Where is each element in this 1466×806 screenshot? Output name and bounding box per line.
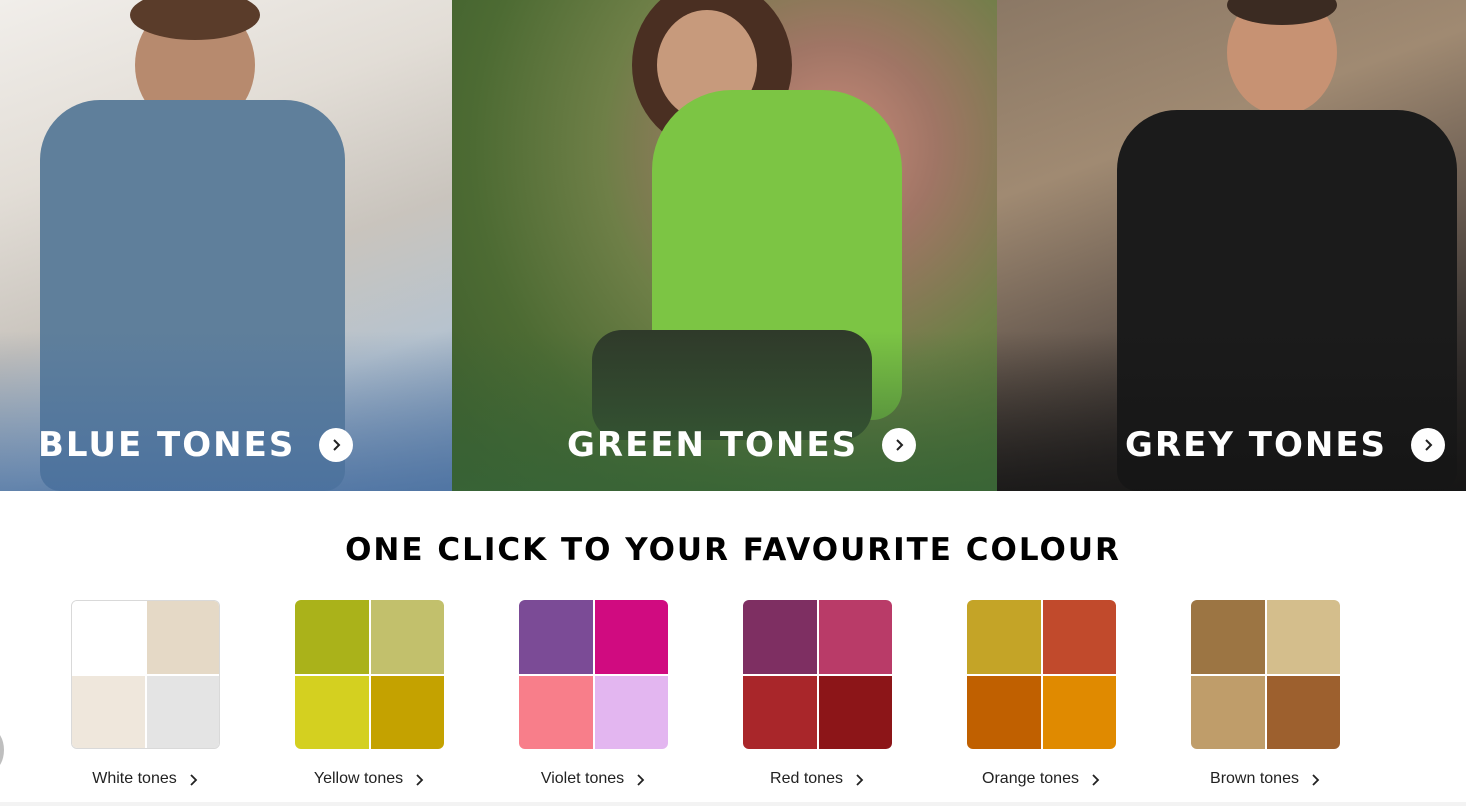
- swatch-cell: [295, 675, 369, 749]
- swatch-link[interactable]: Violet tones: [479, 770, 708, 788]
- swatch-cell: [370, 600, 444, 674]
- swatch-brown-tones[interactable]: Brown tones: [1191, 600, 1340, 787]
- bottom-divider: [0, 802, 1466, 806]
- swatch-white-tones[interactable]: White tones: [71, 600, 220, 787]
- swatch-link[interactable]: Brown tones: [1151, 770, 1380, 788]
- swatch-grid[interactable]: [295, 600, 444, 749]
- chevron-right-icon: [187, 773, 199, 786]
- chevron-right-icon: [1309, 773, 1321, 786]
- green-tones-label: GREEN TONES: [567, 425, 859, 465]
- swatch-cell: [295, 600, 369, 674]
- chevron-right-icon[interactable]: [882, 428, 917, 462]
- swatch-cell: [1191, 600, 1265, 674]
- swatch-cell: [818, 600, 892, 674]
- swatch-label-text: Violet tones: [540, 770, 625, 787]
- swatch-label-text: White tones: [92, 770, 177, 787]
- green-overlay: [452, 331, 997, 491]
- swatch-cell: [967, 600, 1041, 674]
- swatch-label-text: Red tones: [770, 770, 843, 787]
- hero-banner: BLUE TONES GREEN TONES GREY TONES: [0, 0, 1466, 491]
- blue-tones-label: BLUE TONES: [38, 425, 296, 465]
- swatch-link[interactable]: Orange tones: [927, 770, 1156, 788]
- swatch-grid[interactable]: [967, 600, 1116, 749]
- swatch-label-text: Yellow tones: [313, 770, 404, 787]
- swatch-grid[interactable]: [1191, 600, 1340, 749]
- swatch-grid[interactable]: [71, 600, 220, 749]
- swatch-cell: [1042, 600, 1116, 674]
- chevron-right-icon: [853, 773, 865, 786]
- grey-tones-link[interactable]: GREY TONES: [1125, 425, 1446, 465]
- swatch-cell: [72, 601, 145, 674]
- green-tones-link[interactable]: GREEN TONES: [567, 425, 917, 465]
- blue-tones-panel[interactable]: BLUE TONES: [0, 0, 452, 491]
- swatch-cell: [1266, 600, 1340, 674]
- green-tones-panel[interactable]: GREEN TONES: [452, 0, 997, 491]
- chevron-right-icon: [413, 773, 425, 786]
- blue-overlay: [0, 331, 452, 491]
- swatch-cell: [743, 675, 817, 749]
- swatch-link[interactable]: White tones: [31, 770, 260, 788]
- chevron-right-icon[interactable]: [319, 428, 354, 462]
- grey-tones-panel[interactable]: GREY TONES: [997, 0, 1466, 491]
- grey-overlay: [997, 331, 1466, 491]
- swatch-cell: [594, 600, 668, 674]
- section-title: ONE CLICK TO YOUR FAVOURITE COLOUR: [345, 532, 1121, 568]
- swatch-orange-tones[interactable]: Orange tones: [967, 600, 1116, 787]
- swatch-cell: [743, 600, 817, 674]
- chevron-right-icon: [1089, 773, 1101, 786]
- swatch-cell: [519, 600, 593, 674]
- swatch-cell: [519, 675, 593, 749]
- swatch-cell: [818, 675, 892, 749]
- swatch-violet-tones[interactable]: Violet tones: [519, 600, 668, 787]
- swatch-grid[interactable]: [519, 600, 668, 749]
- chevron-right-icon: [634, 773, 646, 786]
- edge-shadow: [0, 730, 4, 770]
- swatch-cell: [1266, 675, 1340, 749]
- chevron-right-icon[interactable]: [1411, 428, 1446, 462]
- swatch-link[interactable]: Yellow tones: [255, 770, 484, 788]
- blue-tones-link[interactable]: BLUE TONES: [38, 425, 354, 465]
- swatch-cell: [967, 675, 1041, 749]
- swatch-cell: [1191, 675, 1265, 749]
- swatch-label-text: Orange tones: [982, 770, 1079, 787]
- swatch-grid[interactable]: [743, 600, 892, 749]
- swatch-link[interactable]: Red tones: [703, 770, 932, 788]
- swatch-cell: [370, 675, 444, 749]
- swatch-cell: [146, 601, 219, 674]
- swatch-cell: [146, 675, 219, 748]
- swatch-cell: [1042, 675, 1116, 749]
- swatch-red-tones[interactable]: Red tones: [743, 600, 892, 787]
- swatch-label-text: Brown tones: [1210, 770, 1299, 787]
- swatch-cell: [594, 675, 668, 749]
- swatch-cell: [72, 675, 145, 748]
- grey-tones-label: GREY TONES: [1125, 425, 1388, 465]
- swatch-yellow-tones[interactable]: Yellow tones: [295, 600, 444, 787]
